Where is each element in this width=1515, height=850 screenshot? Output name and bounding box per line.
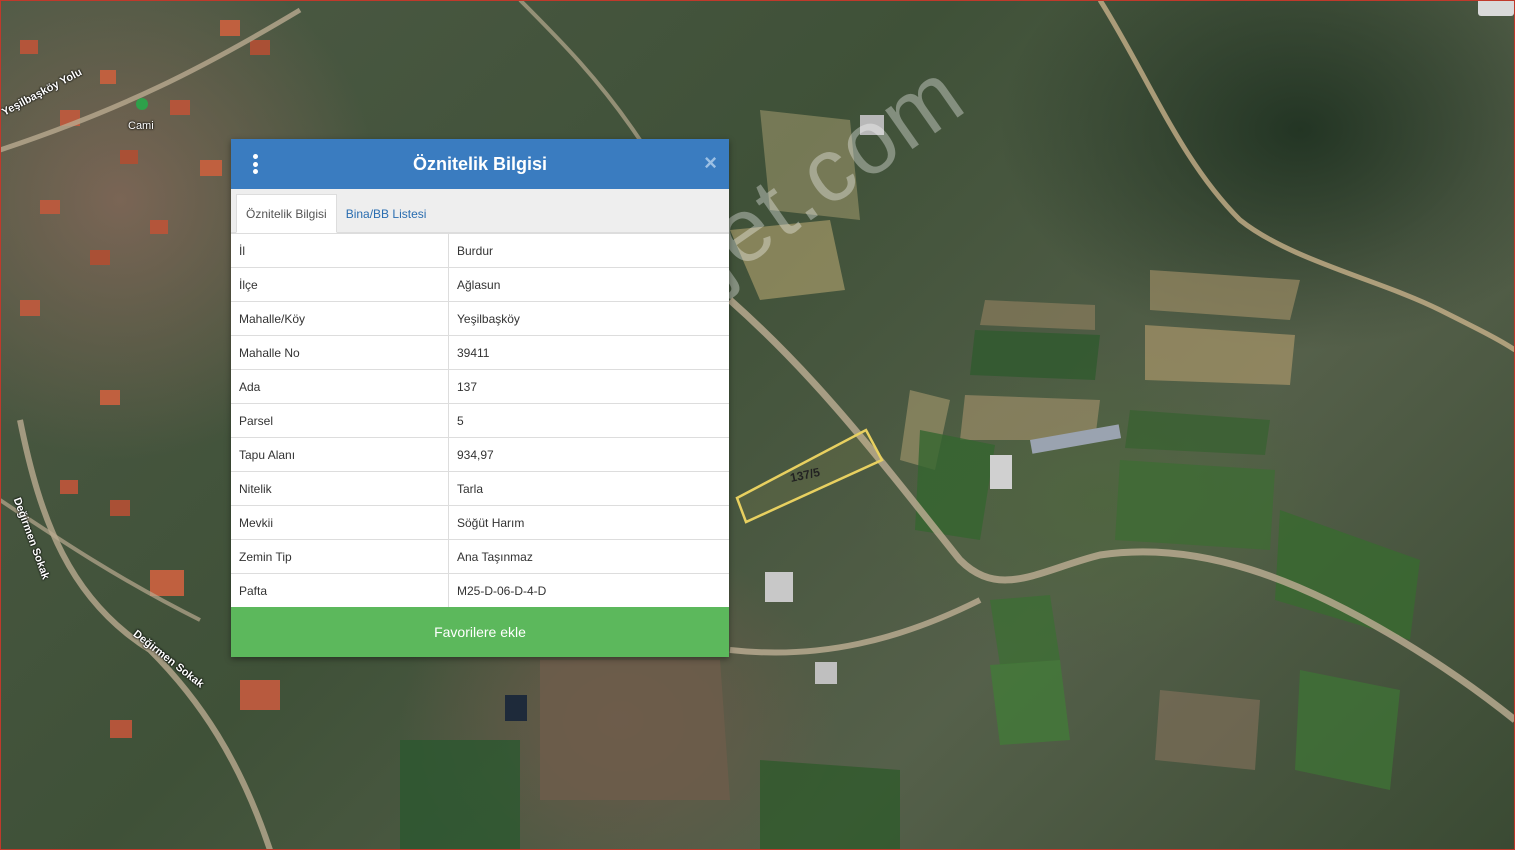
row-key: Mahalle/Köy [231, 301, 449, 336]
row-key: Ada [231, 369, 449, 404]
row-value: Tarla [448, 471, 729, 506]
table-row: Mahalle/Köy Yeşilbaşköy [231, 301, 729, 336]
add-to-favorites-button[interactable]: Favorilere ekle [231, 607, 729, 657]
table-row: Zemin Tip Ana Taşınmaz [231, 539, 729, 574]
row-value: 137 [448, 369, 729, 404]
table-row: Parsel 5 [231, 403, 729, 438]
table-row: İl Burdur [231, 233, 729, 268]
table-row: Mahalle No 39411 [231, 335, 729, 370]
table-row: Pafta M25-D-06-D-4-D [231, 573, 729, 607]
table-row: İlçe Ağlasun [231, 267, 729, 302]
row-value: 39411 [448, 335, 729, 370]
row-key: Pafta [231, 573, 449, 607]
row-key: Tapu Alanı [231, 437, 449, 472]
row-key: Zemin Tip [231, 539, 449, 574]
panel-header: Öznitelik Bilgisi × [231, 139, 729, 189]
satellite-map[interactable]: Yeşilbaşköy Yolu Değirmen Sokak Değirmen… [0, 0, 1515, 850]
row-value: Burdur [448, 233, 729, 268]
table-row: Nitelik Tarla [231, 471, 729, 506]
table-row: Tapu Alanı 934,97 [231, 437, 729, 472]
row-key: Mahalle No [231, 335, 449, 370]
row-value: 934,97 [448, 437, 729, 472]
row-key: Mevkii [231, 505, 449, 540]
attribute-info-panel: Öznitelik Bilgisi × Öznitelik Bilgisi Bi… [231, 139, 729, 657]
row-value: M25-D-06-D-4-D [448, 573, 729, 607]
table-row: Ada 137 [231, 369, 729, 404]
attribute-table: İl Burdur İlçe Ağlasun Mahalle/Köy Yeşilbaş… [231, 233, 729, 607]
menu-dots-icon[interactable] [251, 154, 259, 174]
row-value: Söğüt Harım [448, 505, 729, 540]
close-icon[interactable]: × [704, 152, 717, 174]
row-value: Ağlasun [448, 267, 729, 302]
mosque-label: Cami [128, 120, 154, 132]
map-features [0, 0, 1515, 850]
panel-title: Öznitelik Bilgisi [412, 153, 548, 174]
row-key: Parsel [231, 403, 449, 438]
row-key: İlçe [231, 267, 449, 302]
table-row: Mevkii Söğüt Harım [231, 505, 729, 540]
row-value: 5 [448, 403, 729, 438]
row-key: İl [231, 233, 449, 268]
tab-building-list[interactable]: Bina/BB Listesi [337, 195, 436, 232]
row-value: Yeşilbaşköy [448, 301, 729, 336]
tab-bar: Öznitelik Bilgisi Bina/BB Listesi [231, 189, 729, 233]
tab-attribute-info[interactable]: Öznitelik Bilgisi [236, 194, 337, 233]
row-value: Ana Taşınmaz [448, 539, 729, 574]
row-key: Nitelik [231, 471, 449, 506]
map-control-button[interactable] [1478, 0, 1514, 16]
